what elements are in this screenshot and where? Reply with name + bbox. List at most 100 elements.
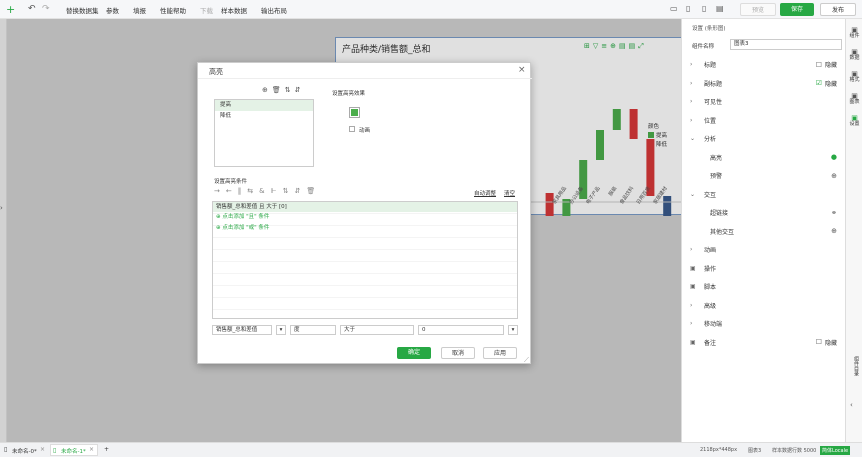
settings-row[interactable]: ▣ 操作 [690,261,837,276]
settings-row[interactable]: › 动画 [690,242,837,257]
settings-row[interactable]: › 可见性 [690,94,837,109]
row-icon: ▣ [690,283,696,290]
settings-row[interactable]: › 移动端 [690,316,837,331]
settings-row-label: 可见性 [704,99,723,106]
field-more-button[interactable]: ▾ [276,325,286,335]
chevron-left-icon[interactable]: ‹ [850,402,853,409]
settings-row[interactable]: ▣ 备注 ☐ 隐藏 [690,335,837,350]
row-controls[interactable]: ⊕ [831,172,837,180]
ok-button[interactable]: 确定 [397,347,431,359]
condition-tree[interactable]: 销售额_总和差值 且 大于 [0] ⊕ 点击添加 "且" 条件 ⊕ 点击添加 "… [212,201,518,319]
close-icon[interactable]: × [518,65,526,75]
menu-sample-data[interactable]: 样本数据 [221,5,247,15]
save-button[interactable]: 保存 [780,3,814,16]
settings-row[interactable]: › 副标题 ☑ 隐藏 [690,76,837,91]
list-item[interactable]: 提高 [215,100,313,111]
preview-button[interactable]: 预览 [740,3,776,16]
animation-checkbox[interactable] [349,126,355,132]
phone-view-icon[interactable]: ▯ [702,5,706,13]
side-tab-label: 格式 [849,77,860,83]
menu-performance[interactable]: 性能帮助 [160,5,186,15]
settings-row[interactable]: › 标题 ☐ 隐藏 [690,57,837,72]
undo-icon[interactable]: ↶ [28,5,36,14]
file-icon: ▯ [4,446,8,453]
dimension-select[interactable]: 度 [290,325,336,335]
row-controls[interactable]: ⊕ [831,227,837,235]
side-tab-label: 组件 [849,33,860,39]
panel-title: 设置 (条形图) [692,26,726,32]
locale-badge[interactable]: 简体Locale [820,446,851,455]
settings-row[interactable]: 预警 ⊕ [690,168,837,183]
row-controls[interactable]: ⚭ [831,209,837,217]
publish-button[interactable]: 发布 [820,3,856,16]
resize-handle-icon[interactable]: ⟋ [524,356,529,365]
side-tab-3[interactable]: ▣ 图表 [848,93,861,106]
add-tab-icon[interactable]: + [104,446,109,453]
add-circle-icon[interactable]: ⊕ [831,227,837,235]
menu-replace-dataset[interactable]: 替换数据集 [66,5,99,15]
field-select[interactable]: 销售额_总和差值 [212,325,272,335]
operator-select[interactable]: 大于 [340,325,414,335]
hide-label: 隐藏 [824,339,837,347]
checkbox-icon[interactable]: ☑ [816,79,822,87]
row-controls[interactable]: ☑ 隐藏 [816,79,837,88]
menu-params[interactable]: 参数 [106,5,119,15]
component-catalog-tab[interactable]: 组件目录 [849,356,859,376]
menu-fill[interactable]: 填报 [133,5,146,15]
cancel-button[interactable]: 取消 [441,347,475,359]
apply-button[interactable]: 应用 [483,347,517,359]
settings-row-label: 超链接 [710,210,729,217]
highlight-list[interactable]: 提高 降低 [214,99,314,167]
value-more-button[interactable]: ▾ [508,325,518,335]
tablet-view-icon[interactable]: ▯ [686,5,690,13]
row-controls[interactable]: ☐ 隐藏 [816,60,837,70]
chevron-right-icon: › [690,79,693,87]
settings-row[interactable]: 其他交互 ⊕ [690,224,837,239]
close-icon[interactable]: × [89,446,94,453]
checkbox-icon[interactable]: ☐ [816,61,822,69]
side-tab-1[interactable]: ▣ 数据 [848,49,861,62]
settings-row[interactable]: 高亮 ● [690,150,837,165]
settings-row[interactable]: › 高级 [690,298,837,313]
add-or-condition[interactable]: ⊕ 点击添加 "或" 条件 [213,223,517,234]
clear-link[interactable]: 清空 [504,189,515,197]
redo-icon[interactable]: ↷ [42,5,50,14]
auto-adjust-link[interactable]: 自动调整 [474,189,496,197]
settings-row-label: 副标题 [704,80,723,88]
color-picker[interactable] [349,107,360,118]
menu-download[interactable]: 下载 [200,5,213,15]
value-input[interactable]: 0 [418,325,504,335]
chevron-down-icon: ⌄ [690,135,696,142]
settings-row-label: 分析 [704,136,717,143]
link-icon[interactable]: ⚭ [831,209,837,217]
settings-row[interactable]: ⌄ 交互 [690,187,837,202]
settings-row-label: 移动端 [704,321,723,328]
row-controls[interactable]: ● [831,153,837,161]
tab-label: 未命名-1* [61,449,86,455]
settings-row[interactable]: 超链接 ⚭ [690,205,837,220]
settings-row[interactable]: › 位置 [690,113,837,128]
tab-unnamed-1-active[interactable]: ▯ 未命名-1* × [50,444,98,456]
enabled-dot-icon[interactable]: ● [831,153,837,161]
chevron-right-icon: › [690,320,693,327]
settings-row[interactable]: ▣ 脚本 [690,279,837,294]
row-controls[interactable]: ☐ 隐藏 [816,338,837,347]
add-circle-icon[interactable]: ⊕ [831,172,837,180]
settings-row[interactable]: ⌄ 分析 [690,131,837,146]
side-tab-4[interactable]: ▣ 设置 [848,115,861,128]
side-tab-0[interactable]: ▣ 组件 [848,27,861,40]
close-icon[interactable]: × [40,446,45,453]
menu-output-layout[interactable]: 输出布局 [261,5,287,15]
list-tool-icons[interactable]: ⊕🗑⇅⇵ [262,86,304,94]
add-icon[interactable]: + [6,4,15,15]
checkbox-icon[interactable]: ☐ [816,338,822,346]
component-name-input[interactable]: 图表3 [730,39,842,50]
tab-unnamed-0[interactable]: 未命名-0* [12,447,37,455]
list-item[interactable]: 降低 [215,111,313,122]
condition-tool-icons[interactable]: →←‖⇆&⊩⇅⇵🗑 [214,187,321,195]
side-tab-2[interactable]: ▣ 格式 [848,71,861,84]
condition-header[interactable]: 销售额_总和差值 且 大于 [0] [213,202,517,212]
desktop-view-icon[interactable]: ▭ [670,5,678,13]
add-and-condition[interactable]: ⊕ 点击添加 "且" 条件 [213,212,517,223]
layout-icon[interactable]: ▤ [716,5,724,13]
